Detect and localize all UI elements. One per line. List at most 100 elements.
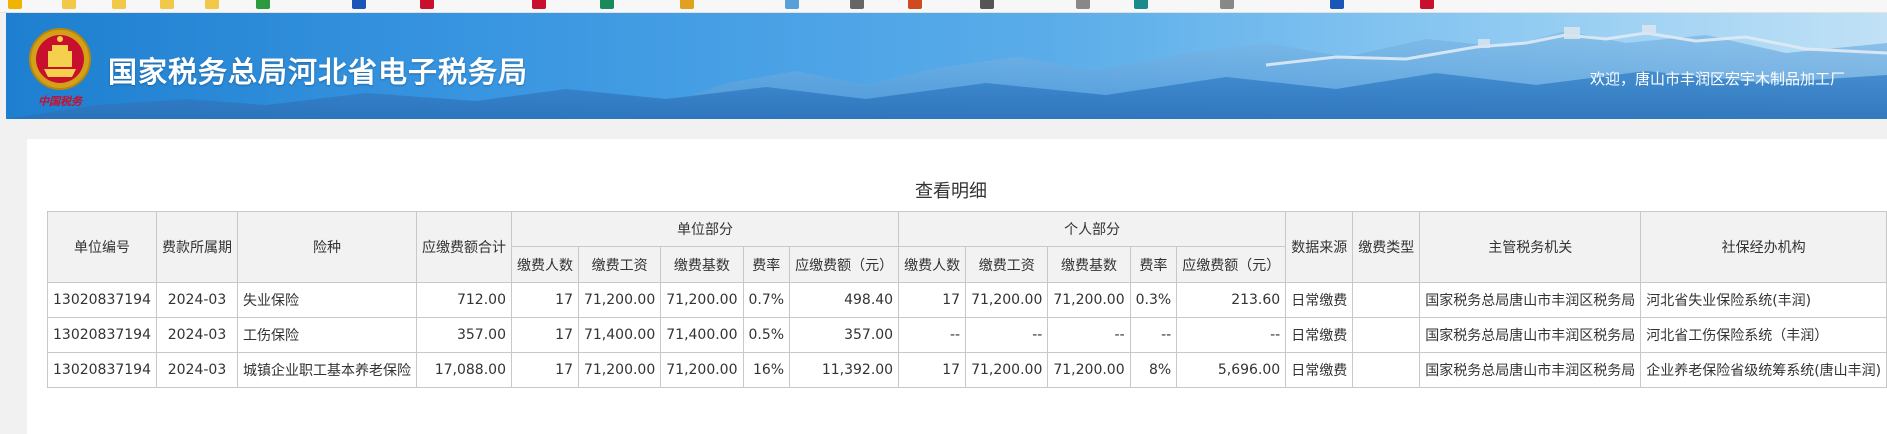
content-panel: 查看明细 单位编号 费款所属期 险种 应缴费额合计 单位部分 个人部分 数据来源… — [27, 139, 1887, 434]
cell-personal-rate: 0.3% — [1129, 282, 1178, 318]
col-personal-part: 个人部分 — [898, 211, 1287, 247]
folder-icon[interactable] — [160, 0, 174, 9]
cell-personal-amount: 213.60 — [1176, 282, 1287, 318]
col-unit-base: 缴费基数 — [660, 246, 744, 283]
col-unit-wage: 缴费工资 — [577, 246, 662, 283]
cell-tax-authority: 国家税务总局唐山市丰润区税务局 — [1419, 282, 1642, 318]
table-row: 13020837194 2024-03 失业保险 712.00 17 71,20… — [47, 282, 1887, 318]
star-icon[interactable] — [8, 0, 22, 9]
cell-data-source: 日常缴费 — [1285, 352, 1354, 388]
col-unit-code: 单位编号 — [47, 211, 157, 283]
cell-tax-authority: 国家税务总局唐山市丰润区税务局 — [1419, 352, 1642, 388]
welcome-text: 欢迎，唐山市丰润区宏宇木制品加工厂 — [1589, 70, 1845, 88]
cell-period: 2024-03 — [155, 282, 238, 318]
cell-personal-rate: -- — [1129, 317, 1178, 353]
cell-personal-wage: 71,200.00 — [965, 282, 1049, 318]
col-personal-base: 缴费基数 — [1047, 246, 1131, 283]
cell-unit-amount: 357.00 — [789, 317, 900, 353]
folder-icon[interactable] — [62, 0, 76, 9]
cell-fee-type — [1352, 282, 1421, 318]
cell-unit-rate: 0.7% — [742, 282, 791, 318]
tax-emblem-logo: 中国税务 — [26, 25, 94, 113]
cell-unit-wage: 71,200.00 — [577, 282, 662, 318]
detail-table: 单位编号 费款所属期 险种 应缴费额合计 单位部分 个人部分 数据来源 缴费类型… — [47, 211, 1887, 388]
cell-personal-base: -- — [1047, 317, 1131, 353]
cell-personal-base: 71,200.00 — [1047, 352, 1131, 388]
cell-personal-base: 71,200.00 — [1047, 282, 1131, 318]
cell-unit-base: 71,400.00 — [660, 317, 744, 353]
col-unit-part: 单位部分 — [510, 211, 900, 247]
col-insurance-type: 险种 — [236, 211, 417, 283]
col-social-agency: 社保经办机构 — [1640, 211, 1887, 283]
cell-insurance-type: 工伤保险 — [236, 317, 417, 353]
cell-personal-count: -- — [898, 317, 967, 353]
bookmark-icon[interactable] — [1330, 0, 1344, 9]
cell-insurance-type: 失业保险 — [236, 282, 417, 318]
col-fee-type: 缴费类型 — [1352, 211, 1421, 283]
cell-unit-count: 17 — [510, 282, 579, 318]
bookmark-icon[interactable] — [1420, 0, 1434, 9]
cell-data-source: 日常缴费 — [1285, 282, 1354, 318]
cell-personal-count: 17 — [898, 282, 967, 318]
cell-personal-amount: 5,696.00 — [1176, 352, 1287, 388]
cell-social-agency: 企业养老保险省级统筹系统(唐山丰润) — [1640, 352, 1887, 388]
col-unit-amount: 应缴费额（元） — [789, 246, 900, 283]
table-header-row: 单位编号 费款所属期 险种 应缴费额合计 单位部分 个人部分 数据来源 缴费类型… — [47, 211, 1887, 283]
cell-insurance-type: 城镇企业职工基本养老保险 — [236, 352, 417, 388]
table-row: 13020837194 2024-03 工伤保险 357.00 17 71,40… — [47, 317, 1887, 353]
cell-tax-authority: 国家税务总局唐山市丰润区税务局 — [1419, 317, 1642, 353]
col-personal-wage: 缴费工资 — [965, 246, 1049, 283]
cell-personal-amount: -- — [1176, 317, 1287, 353]
bookmark-icon[interactable] — [1076, 0, 1090, 9]
site-title: 国家税务总局河北省电子税务局 — [108, 55, 529, 89]
folder-icon[interactable] — [205, 0, 219, 9]
bookmark-icon[interactable] — [1220, 0, 1234, 9]
bookmark-bar — [0, 0, 1887, 13]
page-title-wrap: 查看明细 — [27, 177, 1887, 203]
page-title: 查看明细 — [915, 181, 987, 202]
cell-period: 2024-03 — [155, 352, 238, 388]
cell-unit-code: 13020837194 — [47, 282, 157, 318]
site-banner: 中国税务 国家税务总局河北省电子税务局 欢迎，唐山市丰润区宏宇木制品加工厂 — [6, 13, 1887, 119]
cell-unit-count: 17 — [510, 317, 579, 353]
col-data-source: 数据来源 — [1285, 211, 1354, 283]
cell-data-source: 日常缴费 — [1285, 317, 1354, 353]
bookmark-icon[interactable] — [980, 0, 994, 9]
bookmark-icon[interactable] — [256, 0, 270, 9]
bookmark-icon[interactable] — [908, 0, 922, 9]
cell-unit-amount: 498.40 — [789, 282, 900, 318]
cell-total-payable: 357.00 — [415, 317, 512, 353]
bookmark-icon[interactable] — [680, 0, 694, 9]
cell-unit-wage: 71,400.00 — [577, 317, 662, 353]
col-period: 费款所属期 — [155, 211, 238, 283]
bookmark-icon[interactable] — [420, 0, 434, 9]
bookmark-icon[interactable] — [532, 0, 546, 9]
cell-unit-rate: 16% — [742, 352, 791, 388]
cell-unit-amount: 11,392.00 — [789, 352, 900, 388]
cell-unit-code: 13020837194 — [47, 317, 157, 353]
cell-unit-rate: 0.5% — [742, 317, 791, 353]
cell-fee-type — [1352, 352, 1421, 388]
bookmark-icon[interactable] — [785, 0, 799, 9]
cell-unit-base: 71,200.00 — [660, 352, 744, 388]
col-personal-rate: 费率 — [1129, 246, 1178, 283]
col-personal-count: 缴费人数 — [898, 246, 967, 283]
cell-social-agency: 河北省失业保险系统(丰润) — [1640, 282, 1887, 318]
bookmark-icon[interactable] — [600, 0, 614, 9]
cell-social-agency: 河北省工伤保险系统（丰润） — [1640, 317, 1887, 353]
cell-unit-base: 71,200.00 — [660, 282, 744, 318]
cell-unit-code: 13020837194 — [47, 352, 157, 388]
folder-icon[interactable] — [112, 0, 126, 9]
col-tax-authority: 主管税务机关 — [1419, 211, 1642, 283]
cell-personal-rate: 8% — [1129, 352, 1178, 388]
bookmark-icon[interactable] — [850, 0, 864, 9]
col-unit-rate: 费率 — [742, 246, 791, 283]
bookmark-icon[interactable] — [1134, 0, 1148, 9]
cell-personal-wage: 71,200.00 — [965, 352, 1049, 388]
col-unit-count: 缴费人数 — [510, 246, 579, 283]
bookmark-icon[interactable] — [352, 0, 366, 9]
cell-personal-wage: -- — [965, 317, 1049, 353]
cell-unit-count: 17 — [510, 352, 579, 388]
cell-total-payable: 712.00 — [415, 282, 512, 318]
table-row: 13020837194 2024-03 城镇企业职工基本养老保险 17,088.… — [47, 352, 1887, 388]
